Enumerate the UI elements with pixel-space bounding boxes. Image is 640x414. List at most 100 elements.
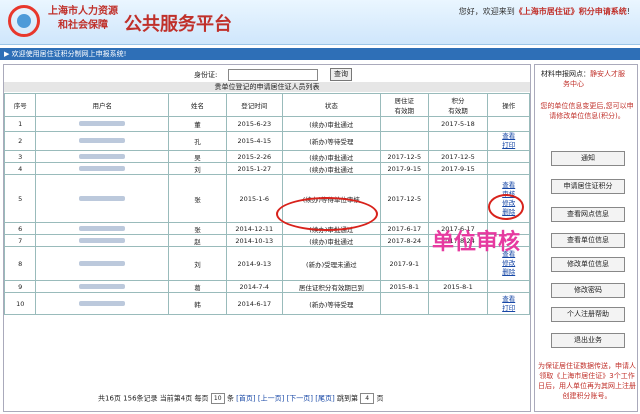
row-status: (新办)等待受理 — [281, 131, 381, 151]
row-points-expiry: 2017-5-18 — [427, 116, 489, 132]
platform-title: 公共服务平台 — [124, 14, 232, 35]
row-username — [35, 131, 170, 151]
sidebar-hint: 您的单位信息变更后,您可以申请修改单位信息(积分)。 — [540, 102, 634, 120]
status-highlight — [276, 197, 378, 231]
row-number: 5 — [3, 174, 37, 223]
row-residence-expiry — [379, 116, 429, 132]
row-status: (续办)审批通过 — [281, 162, 381, 175]
row-action-link[interactable]: 删除 — [488, 268, 529, 277]
welcome-text: 您好，欢迎来到《上海市居住证》积分申请系统! — [458, 7, 630, 16]
row-residence-expiry — [379, 131, 429, 151]
last-page-link[interactable]: [尾页] — [315, 395, 334, 403]
header: 上海市人力资源 和社会保障 公共服务平台 您好，欢迎来到《上海市居住证》积分申请… — [0, 0, 640, 45]
edit-unit-button[interactable]: 修改单位信息 — [551, 257, 625, 272]
table-row: 3 吴 2015-2-26 (续办)审批通过 2017-12-5 2017-12-5 — [3, 150, 530, 163]
row-number: 4 — [3, 162, 37, 175]
row-points-expiry: 2015-8-1 — [427, 280, 489, 293]
row-name: 赵 — [168, 234, 227, 247]
row-reg-time: 2014-6-17 — [225, 292, 283, 315]
redacted-username — [79, 138, 126, 143]
change-password-button[interactable]: 修改密码 — [551, 283, 625, 298]
row-reg-time: 2014-10-13 — [225, 234, 283, 247]
row-number: 2 — [3, 131, 37, 151]
col-header: 序号 — [3, 93, 37, 117]
row-points-expiry: 2017-9-15 — [427, 162, 489, 175]
row-reg-time: 2015-4-15 — [225, 131, 283, 151]
audit-highlight — [488, 194, 524, 220]
row-status: (续办)审批通过 — [281, 116, 381, 132]
col-header: 积分 有效期 — [427, 93, 489, 117]
apply-points-button[interactable]: 申请居住证积分 — [551, 179, 625, 194]
redacted-username — [79, 121, 126, 126]
id-label: 身份证: — [194, 71, 218, 79]
row-username — [35, 150, 170, 163]
query-button[interactable]: 查询 — [330, 68, 352, 81]
row-username — [35, 234, 170, 247]
view-unit-button[interactable]: 查看单位信息 — [551, 233, 625, 248]
prev-page-link[interactable]: [上一页] — [258, 395, 284, 403]
row-action-link[interactable]: 查看 — [488, 181, 529, 190]
row-residence-expiry: 2017-6-17 — [379, 222, 429, 235]
row-residence-expiry: 2017-9-15 — [379, 162, 429, 175]
id-input[interactable] — [228, 69, 318, 81]
row-number: 6 — [3, 222, 37, 235]
row-actions — [487, 280, 530, 293]
row-name: 韩 — [168, 292, 227, 315]
row-reg-time: 2014-12-11 — [225, 222, 283, 235]
row-name: 刘 — [168, 246, 227, 281]
row-action-link[interactable]: 打印 — [488, 304, 529, 313]
table-row: 4 刘 2015-1-27 (续办)审批通过 2017-9-15 2017-9-15 — [3, 162, 530, 175]
row-username — [35, 292, 170, 315]
redacted-username — [79, 300, 126, 306]
row-username — [35, 222, 170, 235]
row-number: 1 — [3, 116, 37, 132]
col-header: 登记时间 — [225, 93, 283, 117]
row-username — [35, 116, 170, 132]
first-page-link[interactable]: [首页] — [236, 395, 255, 403]
row-action-link[interactable]: 查看 — [488, 295, 529, 304]
row-number: 7 — [3, 234, 37, 247]
goto-page-input[interactable]: 4 — [360, 393, 375, 404]
logo-icon — [8, 5, 40, 37]
row-reg-time: 2015-1-6 — [225, 174, 283, 223]
col-header: 居住证 有效期 — [379, 93, 429, 117]
applicant-table: 序号 用户名 姓名 登记时间 状态 居住证 有效期 积分 有效期 操作 1 董 20… — [3, 93, 530, 315]
org-line2: 和社会保障 — [58, 20, 108, 31]
row-number: 3 — [3, 150, 37, 163]
table-row: 5 张 2015-1-6 (续办)等待单位审核 2017-12-5 查看 审核 修改 删除 — [3, 174, 530, 223]
per-page-input[interactable]: 10 — [210, 393, 225, 404]
row-status: (新办)受理未通过 — [281, 246, 381, 281]
row-actions — [487, 162, 530, 175]
row-status: (续办)审批通过 — [281, 234, 381, 247]
notice-button[interactable]: 通知 — [551, 151, 625, 166]
col-header: 操作 — [487, 93, 530, 117]
col-header: 状态 — [281, 93, 381, 117]
redacted-username — [79, 165, 126, 171]
row-reg-time: 2015-1-27 — [225, 162, 283, 175]
logout-button[interactable]: 退出业务 — [551, 333, 625, 348]
row-action-link[interactable]: 查看 — [488, 132, 529, 141]
next-page-link[interactable]: [下一页] — [287, 395, 313, 403]
row-actions: 查看 打印 — [487, 131, 530, 151]
redacted-username — [79, 260, 126, 266]
sidebar-note: 为保证居住证数据传送，申请人领取《上海市居住证》3个工作日后，用人单位再为其网上… — [538, 362, 636, 400]
register-help-button[interactable]: 个人注册帮助 — [551, 307, 625, 322]
row-status: (续办)审批通过 — [281, 150, 381, 163]
row-name: 董 — [168, 116, 227, 132]
row-name: 吴 — [168, 150, 227, 163]
row-username — [35, 174, 170, 223]
site-label: 材料申报网点：静安人才服 — [541, 70, 625, 78]
view-site-button[interactable]: 查看网点信息 — [551, 207, 625, 222]
row-action-link[interactable]: 修改 — [488, 259, 529, 268]
row-name: 张 — [168, 174, 227, 223]
row-actions — [487, 150, 530, 163]
table-title: 贵单位登记的申请居住证人员列表 — [4, 82, 530, 92]
row-residence-expiry: 2017-12-5 — [379, 150, 429, 163]
row-name: 孔 — [168, 131, 227, 151]
row-username — [35, 246, 170, 281]
row-points-expiry — [427, 174, 489, 223]
sidebar: 材料申报网点：静安人才服 务中心 您的单位信息变更后,您可以申请修改单位信息(积… — [534, 64, 638, 412]
redacted-username — [79, 237, 126, 243]
row-action-link[interactable]: 打印 — [488, 141, 529, 150]
row-reg-time: 2014-7-4 — [225, 280, 283, 293]
